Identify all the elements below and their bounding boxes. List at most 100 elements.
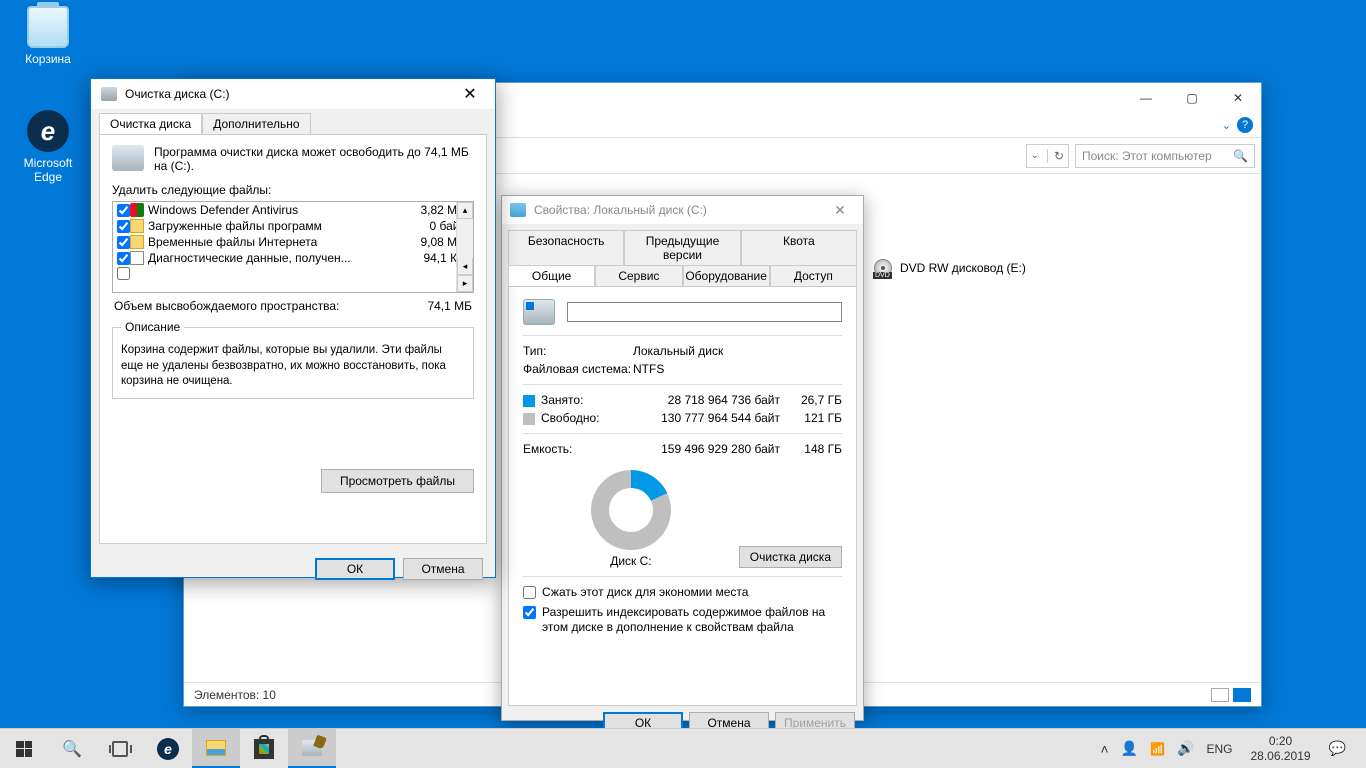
refresh-icon[interactable]: ↻ [1047, 149, 1064, 163]
tab-security[interactable]: Безопасность [508, 230, 624, 265]
disk-properties-dialog: Свойства: Локальный диск (C:) ✕ Безопасн… [501, 195, 864, 721]
capacity-bytes: 159 496 929 280 байт [633, 442, 790, 456]
shield-icon [130, 203, 144, 217]
file-icon [130, 251, 144, 265]
index-checkbox[interactable]: Разрешить индексировать содержимое файло… [523, 605, 842, 636]
tray-chevron-up-icon[interactable]: ˄ [1100, 741, 1108, 757]
compress-checkbox[interactable]: Сжать этот диск для экономии места [523, 585, 842, 601]
maximize-button[interactable]: ▢ [1169, 83, 1215, 113]
edge-label: Microsoft Edge [10, 156, 86, 184]
total-value: 74,1 МБ [427, 299, 472, 313]
taskbar: 🔍 e ˄ 👤 📶 🔊 ENG 0:20 28.06.2019 💬 [0, 728, 1366, 768]
free-label: Свободно: [523, 411, 633, 425]
tab-previous-versions[interactable]: Предыдущие версии [624, 230, 740, 265]
taskbar-edge[interactable]: e [144, 729, 192, 768]
ribbon-chevron-icon[interactable]: ⌄ [1222, 119, 1231, 132]
capacity-label: Емкость: [523, 442, 633, 456]
cleanup-icon [101, 87, 117, 101]
item-checkbox[interactable] [117, 252, 130, 265]
properties-body: Тип:Локальный диск Файловая система:NTFS… [508, 286, 857, 706]
taskbar-store[interactable] [240, 729, 288, 768]
cleanup-title-text: Очистка диска (C:) [125, 87, 230, 101]
tab-general[interactable]: Общие [508, 265, 595, 286]
cleanup-titlebar[interactable]: Очистка диска (C:) ✕ [91, 79, 495, 109]
volume-icon [523, 299, 555, 325]
tab-quota[interactable]: Квота [741, 230, 857, 265]
item-checkbox[interactable] [117, 267, 130, 280]
free-bytes: 130 777 964 544 байт [633, 411, 790, 425]
scrollbar[interactable]: ▴ ◂ ▸ [456, 202, 473, 292]
tray-clock[interactable]: 0:20 28.06.2019 [1245, 734, 1317, 763]
view-tiles-button[interactable] [1233, 688, 1251, 702]
clock-time: 0:20 [1251, 734, 1311, 748]
recycle-bin-icon [27, 6, 69, 48]
minimize-button[interactable]: ― [1123, 83, 1169, 113]
search-placeholder: Поиск: Этот компьютер [1082, 149, 1212, 163]
folder-icon [130, 219, 144, 233]
dvd-drive-item[interactable]: DVD DVD RW дисковод (E:) [874, 259, 1026, 277]
cleanup-body: Программа очистки диска может освободить… [99, 134, 487, 544]
search-icon: 🔍 [1233, 149, 1248, 163]
total-label: Объем высвобождаемого пространства: [114, 299, 339, 313]
tray-network-icon[interactable]: 📶 [1150, 742, 1165, 756]
lock-icon [130, 235, 144, 249]
close-button[interactable]: ✕ [825, 202, 855, 219]
tab-more-options[interactable]: Дополнительно [202, 113, 310, 134]
search-button[interactable]: 🔍 [48, 729, 96, 768]
tab-hardware[interactable]: Оборудование [683, 265, 770, 286]
filesystem-value: NTFS [633, 362, 664, 376]
capacity-gb: 148 ГБ [790, 442, 842, 456]
close-button[interactable]: ✕ [455, 84, 485, 104]
ok-button[interactable]: ОК [315, 558, 395, 580]
search-input[interactable]: Поиск: Этот компьютер 🔍 [1075, 144, 1255, 168]
list-item[interactable]: Windows Defender Antivirus3,82 МБ [113, 202, 473, 218]
list-item[interactable]: Временные файлы Интернета9,08 МБ [113, 234, 473, 250]
list-item-partial[interactable] [113, 266, 473, 281]
view-details-button[interactable] [1211, 688, 1229, 702]
desktop-recycle-bin[interactable]: Корзина [10, 6, 86, 66]
used-gb: 26,7 ГБ [790, 393, 842, 407]
free-gb: 121 ГБ [790, 411, 842, 425]
taskbar-explorer[interactable] [192, 729, 240, 768]
item-checkbox[interactable] [117, 204, 130, 217]
view-files-button[interactable]: Просмотреть файлы [321, 469, 474, 493]
taskbar-disk-cleanup[interactable] [288, 729, 336, 768]
tab-tools[interactable]: Сервис [595, 265, 682, 286]
type-value: Локальный диск [633, 344, 723, 358]
disk-icon [510, 203, 526, 217]
address-refresh[interactable]: ⌄ ↻ [1026, 144, 1069, 168]
tray-language[interactable]: ENG [1206, 742, 1232, 756]
tray-action-center-icon[interactable]: 💬 [1329, 740, 1346, 757]
desktop-edge[interactable]: Microsoft Edge [10, 110, 86, 184]
start-button[interactable] [0, 729, 48, 768]
disk-cleanup-dialog: Очистка диска (C:) ✕ Очистка диска Допол… [90, 78, 496, 578]
list-item[interactable]: Диагностические данные, получен...94,1 К… [113, 250, 473, 266]
edge-icon [27, 110, 69, 152]
view-toggle [1211, 688, 1251, 702]
disk-label: Диск C: [523, 554, 739, 568]
task-view-button[interactable] [96, 729, 144, 768]
cleanup-tabs: Очистка диска Дополнительно [91, 109, 495, 134]
item-checkbox[interactable] [117, 236, 130, 249]
dvd-label: DVD RW дисковод (E:) [900, 261, 1026, 275]
item-checkbox[interactable] [117, 220, 130, 233]
list-item[interactable]: Загруженные файлы программ0 байт [113, 218, 473, 234]
properties-tabs: Безопасность Предыдущие версии Квота Общ… [502, 224, 863, 286]
file-categories-list[interactable]: Windows Defender Antivirus3,82 МБ Загруж… [112, 201, 474, 293]
scroll-up-icon[interactable]: ▴ [457, 202, 473, 219]
tray-people-icon[interactable]: 👤 [1121, 740, 1138, 757]
volume-name-input[interactable] [567, 302, 842, 322]
tab-cleanup[interactable]: Очистка диска [99, 113, 202, 134]
system-tray: ˄ 👤 📶 🔊 ENG 0:20 28.06.2019 💬 [1098, 729, 1366, 768]
disk-cleanup-button[interactable]: Очистка диска [739, 546, 842, 568]
properties-titlebar[interactable]: Свойства: Локальный диск (C:) ✕ [502, 196, 863, 224]
help-icon[interactable]: ? [1237, 117, 1253, 133]
item-count: Элементов: 10 [194, 688, 276, 702]
close-button[interactable]: ✕ [1215, 83, 1261, 113]
usage-pie-chart [591, 470, 671, 550]
cancel-button[interactable]: Отмена [403, 558, 483, 580]
properties-title: Свойства: Локальный диск (C:) [534, 203, 707, 217]
tray-volume-icon[interactable]: 🔊 [1177, 740, 1194, 757]
tab-sharing[interactable]: Доступ [770, 265, 857, 286]
used-label: Занято: [523, 393, 633, 407]
